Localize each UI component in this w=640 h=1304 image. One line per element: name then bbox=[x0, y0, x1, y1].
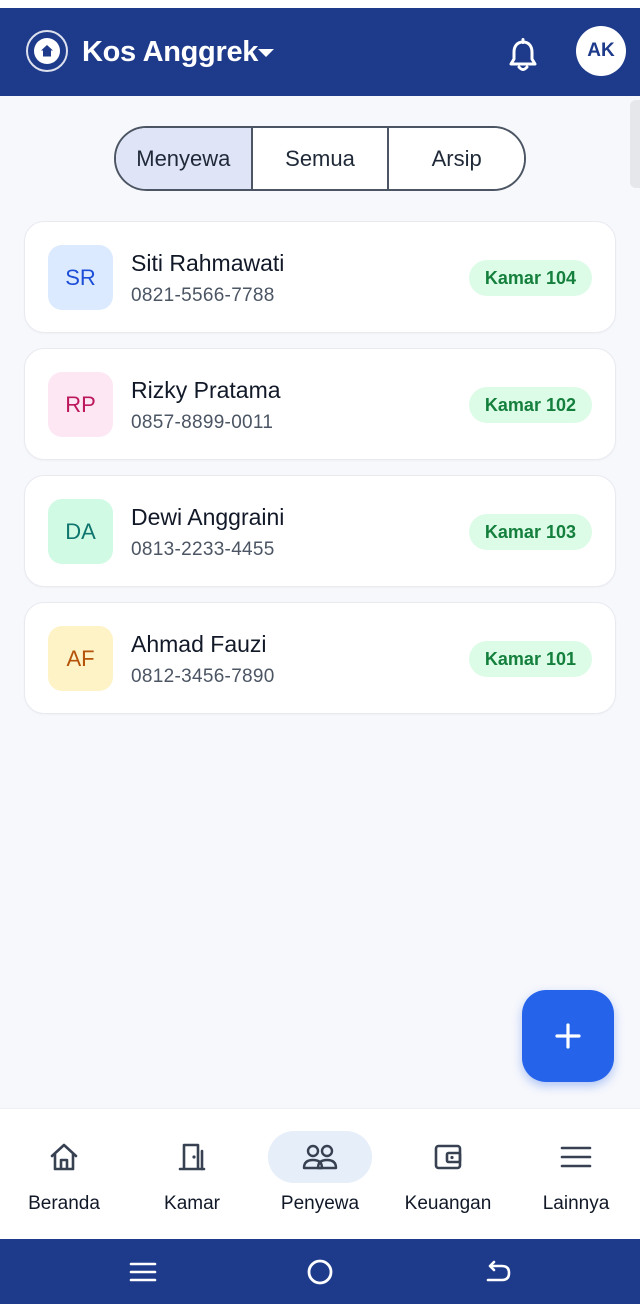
home-button-icon[interactable] bbox=[305, 1257, 335, 1287]
add-tenant-button[interactable] bbox=[522, 990, 614, 1082]
door-icon bbox=[178, 1143, 206, 1171]
room-badge: Kamar 102 bbox=[468, 387, 592, 423]
user-avatar[interactable]: AK bbox=[576, 26, 626, 76]
system-navigation-bar bbox=[0, 1239, 640, 1304]
nav-item-penyewa[interactable]: Penyewa bbox=[256, 1109, 384, 1240]
tenant-avatar: AF bbox=[48, 626, 113, 691]
tenant-card[interactable]: DA Dewi Anggraini 0813-2233-4455 Kamar 1… bbox=[24, 475, 616, 587]
scrollbar[interactable] bbox=[630, 100, 640, 188]
nav-label: Beranda bbox=[28, 1193, 100, 1214]
nav-item-lainnya[interactable]: Lainnya bbox=[512, 1109, 640, 1240]
bottom-navigation: Beranda Kamar Penyewa Keuangan Lainnya bbox=[0, 1108, 640, 1239]
tenant-name: Ahmad Fauzi bbox=[131, 631, 267, 657]
tenant-name: Rizky Pratama bbox=[131, 377, 281, 403]
recent-apps-icon[interactable] bbox=[128, 1257, 158, 1287]
tenant-phone: 0812-3456-7890 bbox=[131, 666, 275, 687]
people-icon bbox=[302, 1144, 338, 1170]
wallet-icon bbox=[434, 1144, 462, 1170]
property-switcher[interactable]: Kos Anggrek bbox=[82, 34, 258, 70]
tenant-card[interactable]: RP Rizky Pratama 0857-8899-0011 Kamar 10… bbox=[24, 348, 616, 460]
nav-label: Keuangan bbox=[404, 1193, 492, 1214]
tab-arsip[interactable]: Arsip bbox=[389, 128, 524, 189]
tenant-card[interactable]: SR Siti Rahmawati 0821-5566-7788 Kamar 1… bbox=[24, 221, 616, 333]
app-header: Kos Anggrek AK bbox=[0, 8, 640, 96]
caret-down-icon[interactable] bbox=[258, 49, 274, 57]
room-badge: Kamar 104 bbox=[468, 260, 592, 296]
home-icon bbox=[50, 1143, 78, 1171]
nav-label: Kamar bbox=[164, 1193, 220, 1214]
nav-item-kamar[interactable]: Kamar bbox=[128, 1109, 256, 1240]
home-circle-icon bbox=[26, 30, 68, 72]
tenant-phone: 0821-5566-7788 bbox=[131, 285, 275, 306]
nav-item-keuangan[interactable]: Keuangan bbox=[384, 1109, 512, 1240]
tenant-phone: 0813-2233-4455 bbox=[131, 539, 275, 560]
tenant-avatar: RP bbox=[48, 372, 113, 437]
status-strip bbox=[0, 0, 640, 8]
tenant-phone: 0857-8899-0011 bbox=[131, 412, 274, 433]
nav-label: Lainnya bbox=[542, 1193, 610, 1214]
tenant-avatar: SR bbox=[48, 245, 113, 310]
tenant-name: Siti Rahmawati bbox=[131, 250, 285, 276]
room-badge: Kamar 101 bbox=[468, 641, 592, 677]
tenant-filter-tabs: Menyewa Semua Arsip bbox=[114, 126, 526, 191]
tenant-card[interactable]: AF Ahmad Fauzi 0812-3456-7890 Kamar 101 bbox=[24, 602, 616, 714]
nav-item-beranda[interactable]: Beranda bbox=[0, 1109, 128, 1240]
plus-icon bbox=[555, 1023, 581, 1049]
tab-menyewa[interactable]: Menyewa bbox=[116, 128, 253, 189]
nav-label: Penyewa bbox=[280, 1193, 360, 1214]
menu-icon bbox=[560, 1146, 592, 1168]
room-badge: Kamar 103 bbox=[468, 514, 592, 550]
back-icon[interactable] bbox=[482, 1257, 512, 1287]
tenant-name: Dewi Anggraini bbox=[131, 504, 285, 530]
tab-semua[interactable]: Semua bbox=[252, 128, 390, 189]
bell-icon[interactable] bbox=[506, 38, 540, 74]
tenant-avatar: DA bbox=[48, 499, 113, 564]
